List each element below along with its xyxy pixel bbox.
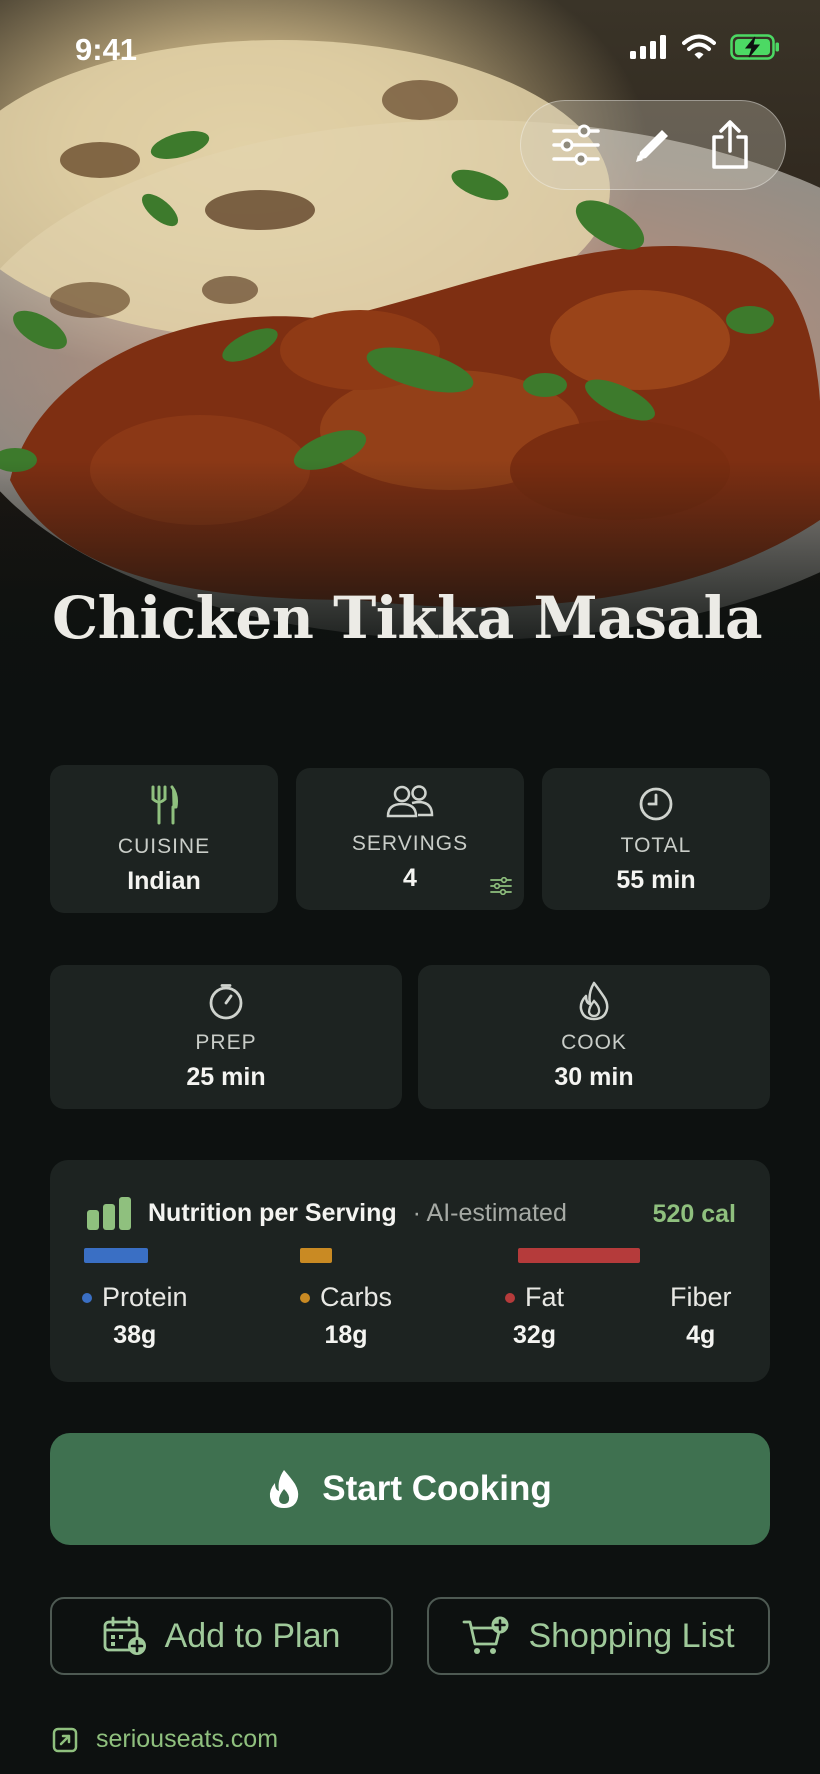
fiber-amount: 4g: [686, 1321, 716, 1349]
ai-estimated-note: · AI-estimated: [412, 1198, 567, 1227]
bar-chart-icon: [87, 1197, 131, 1230]
hero-actions: [520, 100, 786, 190]
external-link-icon: [52, 1727, 78, 1752]
macro-fat: Fat 32g: [505, 1282, 564, 1350]
total-label: TOTAL: [620, 834, 692, 857]
flame-icon: [270, 1470, 299, 1508]
servings-label: SERVINGS: [351, 832, 469, 855]
adjust-servings-icon[interactable]: [490, 876, 512, 900]
nutrition-card[interactable]: Nutrition per Serving · AI-estimated 520…: [50, 1160, 770, 1382]
protein-amount: 38g: [113, 1321, 157, 1349]
timer-icon: [209, 984, 243, 1020]
shopping-list-button[interactable]: Shopping List: [427, 1597, 770, 1675]
source-link[interactable]: seriouseats.com: [52, 1725, 278, 1754]
add-to-plan-button[interactable]: Add to Plan: [50, 1597, 393, 1675]
share-icon: [712, 120, 749, 169]
carbs-dot: [300, 1292, 310, 1303]
prep-value: 25 min: [186, 1063, 266, 1091]
source-url: seriouseats.com: [96, 1725, 279, 1753]
fat-amount: 32g: [512, 1321, 557, 1349]
carbs-bar: [300, 1248, 332, 1263]
edit-button[interactable]: [623, 115, 683, 175]
calendar-add-icon: [103, 1616, 146, 1655]
calories-value: 520 cal: [652, 1200, 736, 1228]
macro-fiber: Fiber 4g: [670, 1282, 732, 1350]
cuisine-card: CUISINE Indian: [50, 765, 278, 913]
cart-add-icon: [463, 1616, 509, 1654]
fork-knife-icon: [151, 785, 178, 825]
clock-icon: [639, 787, 673, 821]
status-bar: 9:41: [0, 0, 820, 100]
carbs-label: Carbs: [320, 1282, 393, 1312]
nutrition-header: Nutrition per Serving · AI-estimated: [86, 1196, 567, 1230]
cuisine-label: CUISINE: [117, 835, 211, 858]
cook-time-card: COOK 30 min: [418, 965, 770, 1109]
nutrition-title: Nutrition per Serving: [148, 1198, 397, 1227]
macro-protein: Protein 38g: [82, 1282, 188, 1350]
battery-charging-icon: [730, 34, 779, 60]
servings-card[interactable]: SERVINGS 4: [296, 768, 524, 910]
filter-button[interactable]: [546, 115, 606, 175]
protein-dot: [82, 1292, 92, 1303]
start-cooking-label: Start Cooking: [322, 1469, 552, 1508]
cook-label: COOK: [561, 1031, 627, 1054]
start-cooking-button[interactable]: Start Cooking: [50, 1433, 770, 1545]
cook-value: 30 min: [554, 1063, 634, 1091]
shopping-list-label: Shopping List: [528, 1616, 735, 1655]
signal-icon: [630, 35, 666, 59]
people-icon: [386, 785, 434, 818]
macro-carbs: Carbs 18g: [300, 1282, 392, 1350]
prep-label: PREP: [195, 1031, 257, 1054]
status-time: 9:41: [75, 32, 138, 67]
pencil-icon: [635, 130, 668, 162]
recipe-title: Chicken Tikka Masala: [52, 584, 763, 652]
protein-label: Protein: [102, 1282, 188, 1312]
wifi-icon: [682, 34, 716, 59]
fat-label: Fat: [525, 1282, 565, 1312]
flame-icon: [579, 981, 609, 1021]
add-to-plan-label: Add to Plan: [164, 1616, 341, 1655]
fiber-label: Fiber: [670, 1282, 732, 1312]
fat-dot: [505, 1292, 515, 1303]
fat-bar: [518, 1248, 640, 1263]
sliders-icon: [551, 124, 600, 166]
total-value: 55 min: [616, 866, 696, 894]
status-icons: [630, 34, 780, 60]
total-time-card: TOTAL 55 min: [542, 768, 770, 910]
prep-time-card: PREP 25 min: [50, 965, 402, 1109]
protein-bar: [84, 1248, 148, 1263]
cuisine-value: Indian: [127, 867, 201, 895]
carbs-amount: 18g: [324, 1321, 368, 1349]
share-button[interactable]: [700, 115, 760, 175]
